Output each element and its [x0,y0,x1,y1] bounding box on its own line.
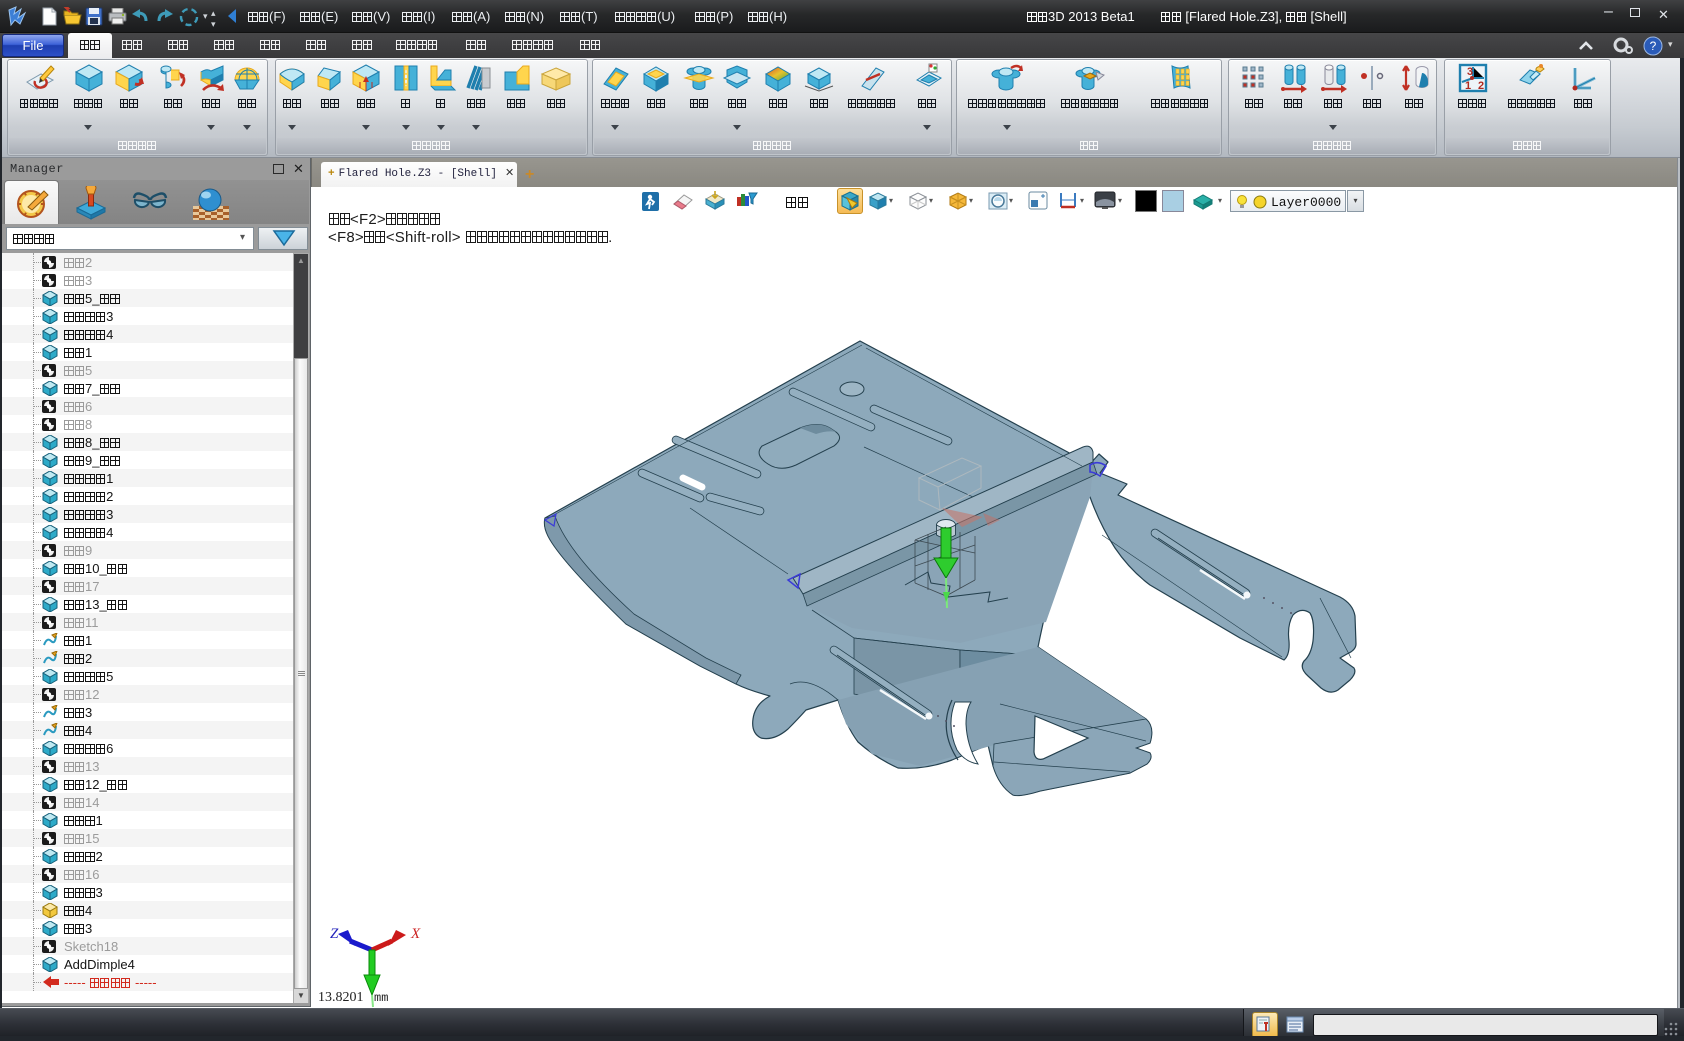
svg-text:Z: Z [330,926,339,942]
svg-text:X: X [410,926,421,942]
svg-text:1: 1 [1465,80,1471,92]
svg-text:?: ? [1650,39,1657,53]
svg-text:2: 2 [1478,80,1484,92]
